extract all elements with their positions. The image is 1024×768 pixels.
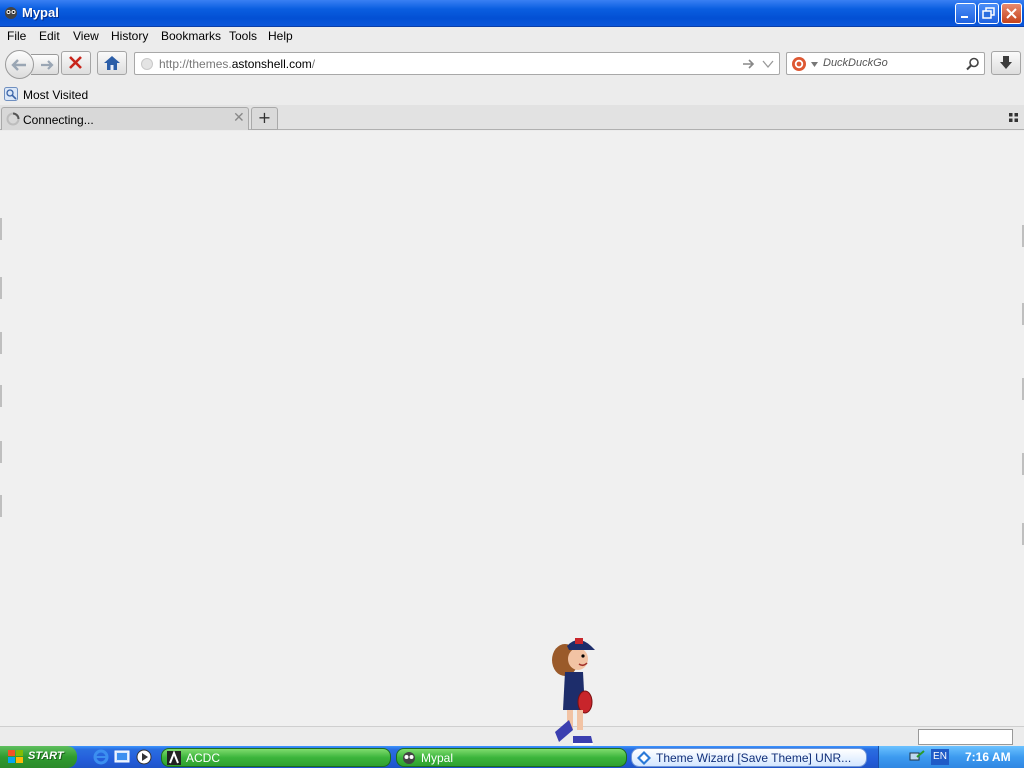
home-icon xyxy=(104,56,120,70)
status-field xyxy=(918,729,1013,745)
close-tab-icon[interactable]: ✕ xyxy=(233,110,245,126)
internet-explorer-icon[interactable] xyxy=(93,749,109,765)
forward-button[interactable] xyxy=(31,54,59,75)
taskbar: START ACDC Mypal Theme Wizard [Save Them… xyxy=(0,746,1024,768)
edge-divider xyxy=(0,218,2,240)
url-dropdown-icon[interactable] xyxy=(762,60,774,70)
download-icon xyxy=(1000,56,1012,69)
network-status-icon[interactable] xyxy=(909,749,925,765)
most-visited-icon xyxy=(4,87,18,101)
go-arrow-icon[interactable] xyxy=(742,58,756,70)
tab-connecting[interactable]: Connecting... ✕ xyxy=(1,107,249,130)
system-clock[interactable]: 7:16 AM xyxy=(965,750,1011,764)
close-window-button[interactable] xyxy=(1001,3,1022,24)
menu-tools[interactable]: Tools xyxy=(229,29,257,43)
edge-divider xyxy=(0,441,2,463)
language-indicator[interactable]: EN xyxy=(931,749,949,765)
navigation-toolbar: http://themes.astonshell.com/ DuckDuckGo xyxy=(0,47,1024,83)
theme-wizard-icon xyxy=(637,751,651,765)
tab-label: Connecting... xyxy=(23,113,94,127)
menu-file[interactable]: File xyxy=(7,29,26,43)
show-desktop-icon[interactable] xyxy=(114,749,130,765)
close-icon xyxy=(1006,8,1017,19)
most-visited-link[interactable]: Most Visited xyxy=(23,88,88,102)
window-titlebar[interactable]: Mypal xyxy=(0,0,1024,27)
edge-divider xyxy=(0,332,2,354)
taskbar-item-mypal[interactable]: Mypal xyxy=(396,748,627,767)
url-text: http://themes.astonshell.com/ xyxy=(159,57,315,71)
start-label: START xyxy=(28,750,64,762)
home-button[interactable] xyxy=(97,51,127,75)
url-scheme: http://themes. xyxy=(159,57,232,71)
edge-divider xyxy=(0,385,2,407)
menu-history[interactable]: History xyxy=(111,29,148,43)
desktop-character-sprite[interactable] xyxy=(545,632,600,748)
task-label: Mypal xyxy=(421,751,454,765)
url-domain: astonshell.com xyxy=(231,57,312,71)
search-placeholder: DuckDuckGo xyxy=(823,57,888,69)
edge-divider xyxy=(0,277,2,299)
edge-divider xyxy=(0,495,2,517)
acdc-app-icon xyxy=(167,751,181,765)
system-tray: EN 7:16 AM xyxy=(878,746,1024,768)
stop-icon xyxy=(69,56,82,69)
mypal-app-icon xyxy=(5,7,17,19)
tab-list-icon[interactable] xyxy=(1009,113,1019,123)
restore-icon xyxy=(982,7,995,19)
search-bar[interactable]: DuckDuckGo xyxy=(786,52,985,75)
engine-dropdown-icon[interactable] xyxy=(811,62,818,67)
menu-help[interactable]: Help xyxy=(268,29,293,43)
taskbar-item-acdc[interactable]: ACDC xyxy=(161,748,391,767)
window-title: Mypal xyxy=(22,5,59,20)
tab-strip: Connecting... ✕ + xyxy=(0,105,1024,130)
search-icon[interactable] xyxy=(966,57,980,71)
page-content xyxy=(0,131,1024,726)
mypal-app-icon xyxy=(403,752,415,764)
restore-button[interactable] xyxy=(978,3,999,24)
back-button[interactable] xyxy=(5,50,34,79)
back-forward-group xyxy=(5,50,59,79)
downloads-button[interactable] xyxy=(991,51,1021,75)
bookmarks-toolbar: Most Visited xyxy=(0,83,1024,105)
url-path: / xyxy=(311,57,316,71)
media-player-icon[interactable] xyxy=(136,749,152,765)
start-button[interactable]: START xyxy=(0,746,77,768)
task-label: Theme Wizard [Save Theme] UNR... xyxy=(656,751,852,765)
windows-logo-icon xyxy=(8,750,23,763)
menu-view[interactable]: View xyxy=(73,29,99,43)
duckduckgo-icon[interactable] xyxy=(791,56,807,72)
stop-button[interactable] xyxy=(61,51,91,75)
loading-throbber-icon xyxy=(6,112,20,126)
menu-edit[interactable]: Edit xyxy=(39,29,60,43)
url-bar[interactable]: http://themes.astonshell.com/ xyxy=(134,52,780,75)
status-bar xyxy=(0,726,1024,746)
menu-bookmarks[interactable]: Bookmarks xyxy=(161,29,221,43)
minimize-button[interactable] xyxy=(955,3,976,24)
new-tab-button[interactable]: + xyxy=(251,107,278,130)
forward-arrow-icon xyxy=(41,60,54,70)
menu-bar: File Edit View History Bookmarks Tools H… xyxy=(0,27,1024,47)
page-globe-icon xyxy=(141,58,153,70)
back-arrow-icon xyxy=(11,59,26,71)
taskbar-item-theme-wizard[interactable]: Theme Wizard [Save Theme] UNR... xyxy=(631,748,867,767)
task-label: ACDC xyxy=(186,751,221,765)
minimize-icon xyxy=(961,16,968,18)
